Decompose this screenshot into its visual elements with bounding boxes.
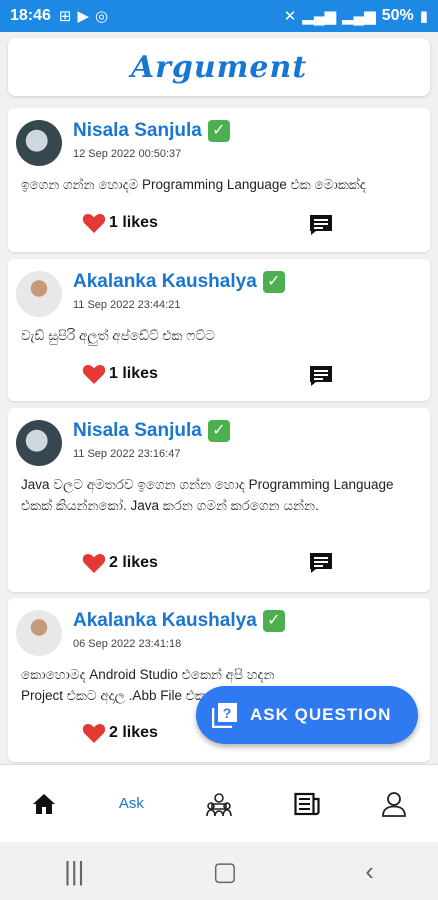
app-header: Argument [8, 38, 430, 96]
ask-question-label: ASK QUESTION [250, 705, 392, 724]
comment-icon[interactable] [308, 364, 334, 388]
svg-text:?: ? [223, 705, 233, 721]
post-card[interactable]: Nisala Sanjula ✓ 11 Sep 2022 23:16:47 Ja… [8, 408, 430, 592]
post-author[interactable]: Akalanka Kaushalya ✓ [73, 271, 285, 293]
question-icon: ? [212, 703, 237, 728]
post-text: Java වලට අමතරව ඉගෙන ගන්න හොද Programming… [21, 477, 394, 513]
nav-home[interactable] [14, 779, 74, 829]
like-count: 2 likes [109, 724, 158, 741]
status-left-icons: ⊞ ▶ ◎ [59, 9, 108, 24]
profile-icon [382, 791, 407, 817]
heart-icon [82, 214, 106, 233]
avatar[interactable] [16, 610, 62, 656]
post-card[interactable]: Akalanka Kaushalya ✓ 11 Sep 2022 23:44:2… [8, 259, 430, 401]
author-name: Akalanka Kaushalya [73, 271, 257, 292]
like-count: 2 likes [109, 554, 158, 571]
comment-icon[interactable] [308, 551, 334, 575]
grid-icon: ⊞ [58, 7, 72, 25]
post-author[interactable]: Akalanka Kaushalya ✓ [73, 610, 285, 632]
system-nav-bar: ||| ▢ ‹ [0, 842, 438, 900]
avatar[interactable] [16, 271, 62, 317]
battery-icon: ▮ [419, 7, 428, 25]
post-timestamp: 12 Sep 2022 00:50:37 [73, 148, 182, 160]
news-icon [293, 792, 320, 815]
signal-2-icon: ▂▄▆ [342, 7, 376, 25]
like-button[interactable]: 1 likes [82, 363, 158, 385]
battery-level: 50% [381, 7, 414, 24]
status-right-icons: ✕ ▂▄▆ ▂▄▆ 50% ▮ [284, 7, 428, 25]
group-icon [206, 792, 232, 816]
like-count: 1 likes [109, 214, 158, 231]
mute-icon: ✕ [283, 7, 297, 25]
bottom-nav: Ask [0, 764, 438, 842]
rocket-icon: ◎ [95, 7, 109, 25]
nav-news[interactable] [277, 779, 337, 829]
like-count: 1 likes [109, 365, 158, 382]
like-button[interactable]: 2 likes [82, 722, 158, 744]
signal-icon: ▂▄▆ [302, 7, 336, 25]
verified-icon: ✓ [262, 610, 285, 632]
verified-icon: ✓ [207, 420, 230, 442]
home-circle-icon[interactable]: ▢ [213, 856, 238, 887]
post-author[interactable]: Nisala Sanjula ✓ [73, 120, 230, 142]
heart-icon [82, 365, 106, 384]
author-name: Akalanka Kaushalya [73, 610, 257, 631]
comment-icon[interactable] [308, 213, 334, 237]
nav-group[interactable] [189, 779, 249, 829]
home-icon [32, 793, 55, 814]
verified-icon: ✓ [262, 271, 285, 293]
app-title: Argument [130, 49, 308, 85]
author-name: Nisala Sanjula [73, 420, 202, 441]
ask-question-button[interactable]: ? ASK QUESTION [196, 686, 418, 744]
nav-ask[interactable]: Ask [101, 779, 161, 829]
post-timestamp: 11 Sep 2022 23:44:21 [73, 299, 181, 311]
like-button[interactable]: 1 likes [82, 212, 158, 234]
avatar[interactable] [16, 420, 62, 466]
post-card[interactable]: Nisala Sanjula ✓ 12 Sep 2022 00:50:37 ඉග… [8, 108, 430, 252]
recent-apps-icon[interactable]: ||| [64, 856, 84, 887]
avatar[interactable] [16, 120, 62, 166]
heart-icon [82, 554, 106, 573]
heart-icon [82, 724, 106, 743]
back-icon[interactable]: ‹ [365, 856, 374, 887]
nav-ask-label: Ask [118, 795, 144, 812]
post-author[interactable]: Nisala Sanjula ✓ [73, 420, 230, 442]
verified-icon: ✓ [207, 120, 230, 142]
post-text: ඉගෙන ගන්න හොදම Programming Language එක ම… [21, 177, 366, 192]
author-name: Nisala Sanjula [73, 120, 202, 141]
post-timestamp: 06 Sep 2022 23:41:18 [73, 638, 182, 650]
status-bar: 18:46 ⊞ ▶ ◎ ✕ ▂▄▆ ▂▄▆ 50% ▮ [0, 0, 438, 32]
youtube-icon: ▶ [77, 7, 90, 25]
status-time: 18:46 [10, 7, 51, 24]
post-text: වැඩ් සුපිරි අලුත් අප්ඩේට් එක ෆට්ට [21, 328, 215, 343]
nav-profile[interactable] [364, 779, 424, 829]
post-timestamp: 11 Sep 2022 23:16:47 [73, 448, 181, 460]
like-button[interactable]: 2 likes [82, 552, 158, 574]
